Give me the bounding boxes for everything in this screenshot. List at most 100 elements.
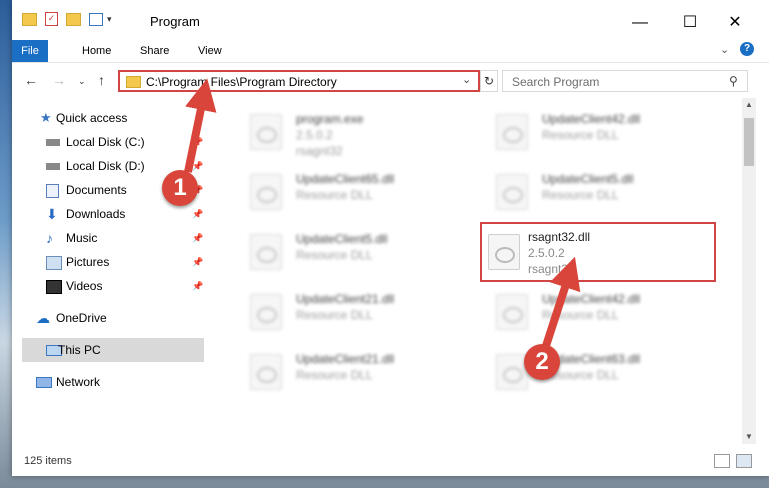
file-description: rsagnt32 [296, 144, 343, 158]
properties-icon[interactable]: ✓ [45, 12, 58, 26]
back-arrow-icon[interactable]: ← [24, 72, 38, 88]
large-icons-view-icon[interactable] [736, 454, 752, 468]
pin-icon[interactable]: 📌 [192, 274, 203, 298]
tab-share[interactable]: Share [130, 40, 179, 62]
file-name: UpdateClient42.dll [542, 112, 641, 126]
title-bar: ✓ ▾ Program — ☐ ✕ [12, 0, 769, 42]
address-path: C:\Program Files\Program Directory [146, 75, 337, 89]
file-item[interactable]: UpdateClient63.dll Resource DLL [478, 342, 718, 402]
scroll-up-icon[interactable]: ▲ [745, 100, 753, 109]
pin-icon[interactable]: 📌 [192, 226, 203, 250]
details-view-icon[interactable] [714, 454, 730, 468]
minimize-button[interactable]: — [617, 10, 663, 36]
sidebar-item-label: Music [66, 231, 98, 245]
file-item[interactable]: UpdateClient5.dll Resource DLL [232, 222, 472, 282]
file-version: 2.5.0.2 [296, 128, 333, 142]
dll-file-icon [496, 294, 528, 330]
scrollbar-thumb[interactable] [744, 118, 754, 166]
file-item[interactable]: UpdateClient65.dll Resource DLL [232, 162, 472, 222]
expand-ribbon-icon[interactable]: ⌄ [720, 43, 729, 56]
drive-icon [46, 163, 60, 170]
file-name: UpdateClient5.dll [542, 172, 634, 186]
file-description: Resource DLL [296, 308, 373, 322]
star-icon: ★ [40, 110, 52, 125]
pictures-icon [46, 256, 62, 270]
sidebar-item-pictures[interactable]: Pictures 📌 [12, 250, 206, 274]
file-version: 2.5.0.2 [528, 246, 565, 260]
sidebar-item-label: Network [56, 375, 101, 389]
item-count: 125 items [24, 455, 72, 467]
recent-locations-icon[interactable]: ⌄ [78, 76, 86, 87]
pin-icon[interactable]: 📌 [192, 154, 203, 178]
tab-home[interactable]: Home [72, 40, 121, 62]
forward-arrow-icon[interactable]: → [52, 72, 66, 88]
file-description: rsagnt32 [528, 262, 575, 276]
search-placeholder: Search Program [512, 75, 600, 89]
documents-icon [46, 184, 59, 198]
sidebar-item-label: Downloads [66, 207, 126, 221]
sidebar-item-music[interactable]: ♪ Music 📌 [12, 226, 206, 250]
sidebar-item-label: Pictures [66, 255, 110, 269]
download-arrow-icon: ⬇ [46, 206, 58, 222]
close-button[interactable]: ✕ [712, 10, 758, 36]
tab-file[interactable]: File [12, 40, 48, 62]
sidebar-item-label: Local Disk (C:) [66, 135, 145, 149]
search-input[interactable]: Search Program ⚲ [502, 70, 748, 92]
folder-icon[interactable] [22, 12, 37, 26]
file-item[interactable]: UpdateClient42.dll Resource DLL [478, 102, 718, 162]
callout-badge-1: 1 [162, 170, 198, 206]
new-folder-icon[interactable] [66, 12, 81, 26]
quick-access-toolbar: ✓ ▾ [22, 12, 112, 26]
file-description: Resource DLL [542, 308, 619, 322]
exe-file-icon [250, 114, 282, 150]
sidebar-item-this-pc[interactable]: This PC [22, 338, 204, 362]
view-icon[interactable] [89, 12, 103, 26]
sidebar-item-onedrive[interactable]: ☁ OneDrive [12, 306, 206, 330]
file-item[interactable]: UpdateClient5.dll Resource DLL [478, 162, 718, 222]
file-item-program-exe[interactable]: program.exe 2.5.0.2 rsagnt32 [232, 102, 472, 162]
vertical-scrollbar[interactable]: ▲ ▼ [742, 98, 756, 444]
pin-icon[interactable]: 📌 [192, 202, 203, 226]
file-name: rsagnt32.dll [528, 230, 591, 244]
address-dropdown-icon[interactable]: ⌄ [462, 73, 471, 86]
sidebar-item-label: Quick access [56, 111, 128, 125]
film-icon [46, 280, 62, 294]
file-name: UpdateClient21.dll [296, 292, 395, 306]
pin-icon[interactable]: 📌 [192, 130, 203, 154]
sidebar-item-network[interactable]: Network [12, 370, 206, 394]
tab-view[interactable]: View [188, 40, 232, 62]
file-name: UpdateClient42.dll [542, 292, 641, 306]
customize-dropdown-icon[interactable]: ▾ [107, 14, 112, 25]
refresh-icon: ↻ [483, 74, 495, 88]
sidebar-item-videos[interactable]: Videos 📌 [12, 274, 206, 298]
dll-file-icon [250, 174, 282, 210]
dll-file-icon [496, 174, 528, 210]
refresh-button[interactable]: ↻ [480, 70, 498, 92]
dll-file-icon [250, 294, 282, 330]
scroll-down-icon[interactable]: ▼ [745, 432, 753, 441]
file-item[interactable]: UpdateClient42.dll Resource DLL [478, 282, 718, 342]
file-item[interactable]: UpdateClient21.dll Resource DLL [232, 282, 472, 342]
sidebar-item-label: Local Disk (D:) [66, 159, 145, 173]
folder-icon [126, 76, 141, 88]
sidebar-item-local-disk-c[interactable]: Local Disk (C:) 📌 [12, 130, 206, 154]
up-arrow-icon[interactable]: ↑ [98, 72, 105, 88]
navigation-pane: ★ Quick access Local Disk (C:) 📌 Local D… [12, 98, 206, 444]
file-item[interactable]: UpdateClient21.dll Resource DLL [232, 342, 472, 402]
network-icon [36, 377, 52, 388]
pin-icon[interactable]: 📌 [192, 250, 203, 274]
address-bar[interactable]: C:\Program Files\Program Directory ⌄ [118, 70, 480, 92]
file-description: Resource DLL [296, 368, 373, 382]
window-title: Program [150, 14, 200, 29]
help-icon[interactable]: ? [740, 42, 754, 56]
file-item-rsagnt32-dll[interactable]: rsagnt32.dll 2.5.0.2 rsagnt32 [480, 222, 716, 282]
callout-badge-2: 2 [524, 344, 560, 380]
navigation-bar: ← → ⌄ ↑ C:\Program Files\Program Directo… [12, 64, 769, 98]
sidebar-item-quick-access[interactable]: ★ Quick access [12, 106, 206, 130]
search-icon: ⚲ [729, 74, 738, 88]
status-bar: 125 items [12, 450, 769, 474]
maximize-button[interactable]: ☐ [667, 10, 713, 36]
file-list: program.exe 2.5.0.2 rsagnt32 UpdateClien… [216, 98, 740, 444]
file-name: UpdateClient21.dll [296, 352, 395, 366]
music-note-icon: ♪ [46, 230, 53, 246]
